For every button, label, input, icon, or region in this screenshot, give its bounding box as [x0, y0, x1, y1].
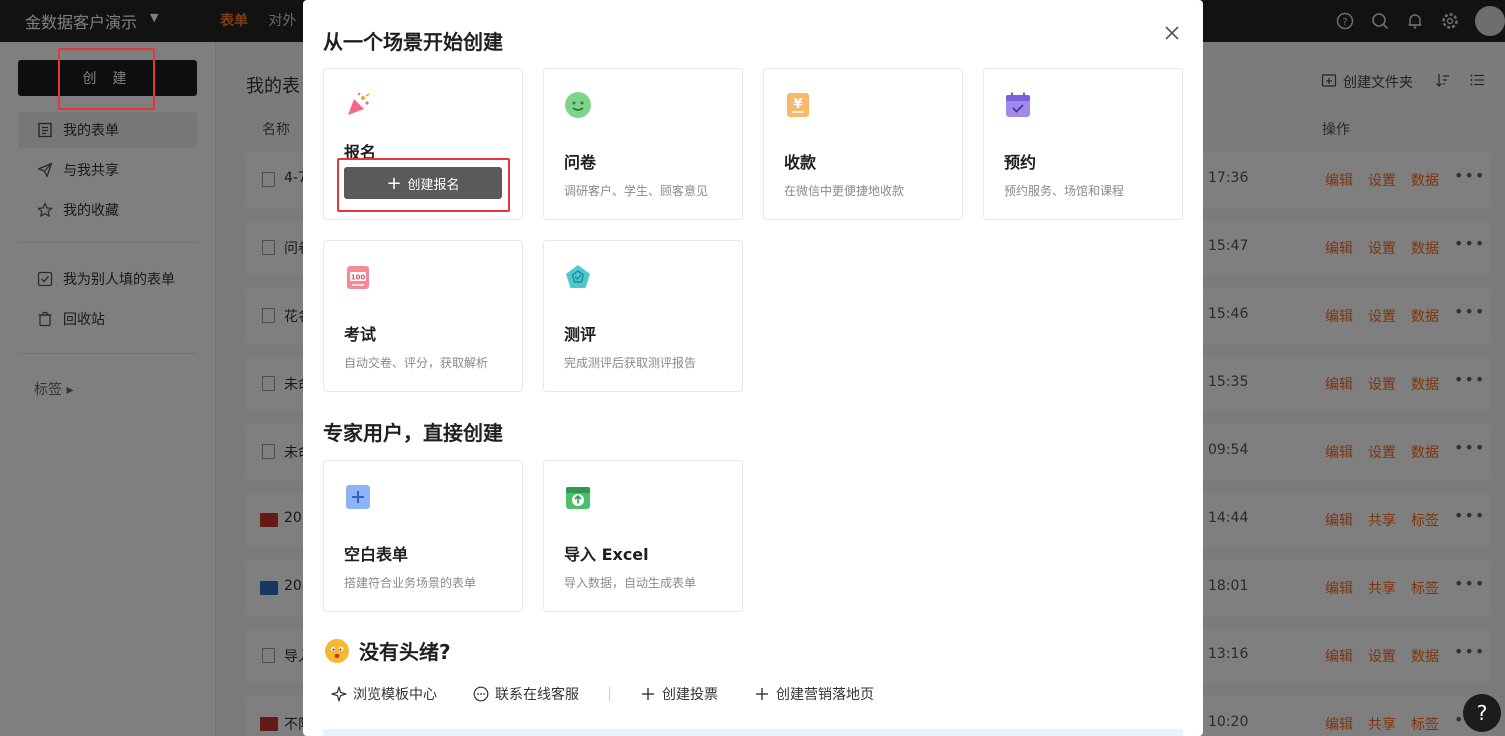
svg-text:100: 100: [351, 274, 366, 282]
create-vote-label: 创建投票: [662, 687, 718, 703]
no-idea-title: 没有头绪?: [359, 640, 451, 664]
expert-card-blank-form[interactable]: 空白表单 搭建符合业务场景的表单: [323, 460, 523, 612]
expert-card-desc: 搭建符合业务场景的表单: [344, 576, 477, 590]
create-vote-link[interactable]: 创建投票: [640, 684, 718, 704]
contact-support-label: 联系在线客服: [495, 687, 579, 703]
scene-card-title: 测评: [564, 325, 597, 344]
scene-card-title: 考试: [344, 325, 377, 344]
scene-card-desc: 在微信中更便捷地收款: [784, 184, 905, 198]
chat-bubble-icon: [473, 686, 489, 702]
calendar-check-icon: [1004, 91, 1032, 119]
scene-card-title: 问卷: [564, 153, 597, 172]
upload-excel-icon: [564, 483, 592, 511]
expert-card-title: 空白表单: [344, 545, 409, 564]
expert-card-import-excel[interactable]: 导入 Excel 导入数据，自动生成表单: [543, 460, 743, 612]
scene-card-exam[interactable]: 100 考试 自动交卷、评分，获取解析: [323, 240, 523, 392]
party-popper-icon: [344, 91, 372, 119]
plus-icon: [754, 686, 770, 702]
svg-text:¥: ¥: [793, 97, 802, 112]
pentagon-icon: [564, 263, 592, 291]
highlight-create-button: [58, 48, 155, 110]
bottom-banner: [323, 729, 1183, 736]
scene-card-survey[interactable]: 问卷 调研客户、学生、顾客意见: [543, 68, 743, 220]
scene-card-desc: 自动交卷、评分，获取解析: [344, 356, 489, 370]
expert-card-desc: 导入数据，自动生成表单: [564, 576, 697, 590]
plus-icon: [640, 686, 656, 702]
modal-title-expert: 专家用户，直接创建: [323, 421, 503, 445]
create-landing-page-link[interactable]: 创建营销落地页: [754, 684, 874, 704]
exam-score-icon: 100: [344, 263, 372, 291]
expert-card-title: 导入 Excel: [564, 545, 649, 564]
yuan-receipt-icon: ¥: [784, 91, 812, 119]
browse-templates-label: 浏览模板中心: [353, 687, 437, 703]
close-icon[interactable]: [1161, 22, 1183, 44]
help-fab-button[interactable]: ?: [1463, 694, 1501, 732]
no-idea-heading: 没有头绪?: [325, 636, 451, 665]
confused-face-icon: [325, 638, 349, 663]
create-landing-page-label: 创建营销落地页: [776, 687, 874, 703]
contact-support-link[interactable]: 联系在线客服: [473, 684, 579, 704]
scene-card-booking[interactable]: 预约 预约服务、场馆和课程: [983, 68, 1183, 220]
modal-title-scenes: 从一个场景开始创建: [323, 30, 503, 54]
scene-card-title: 收款: [784, 153, 817, 172]
scene-card-desc: 完成测评后获取测评报告: [564, 356, 697, 370]
help-links: 浏览模板中心 联系在线客服 创建投票 创建营销落地页: [331, 684, 910, 704]
browse-templates-link[interactable]: 浏览模板中心: [331, 684, 437, 704]
scene-card-title: 预约: [1004, 153, 1037, 172]
sparkle-icon: [331, 686, 347, 702]
smile-face-icon: [564, 91, 592, 119]
scene-card-desc: 预约服务、场馆和课程: [1004, 184, 1125, 198]
create-modal: 从一个场景开始创建 报名 + 创建报名 问卷 调研客户、学生、顾客意见 ¥ 收款…: [303, 0, 1203, 736]
scene-card-desc: 调研客户、学生、顾客意见: [564, 184, 709, 198]
divider: [609, 687, 610, 701]
scene-card-payment[interactable]: ¥ 收款 在微信中更便捷地收款: [763, 68, 963, 220]
blank-form-plus-icon: [344, 483, 372, 511]
scene-card-assessment[interactable]: 测评 完成测评后获取测评报告: [543, 240, 743, 392]
highlight-create-signup: [337, 158, 510, 212]
